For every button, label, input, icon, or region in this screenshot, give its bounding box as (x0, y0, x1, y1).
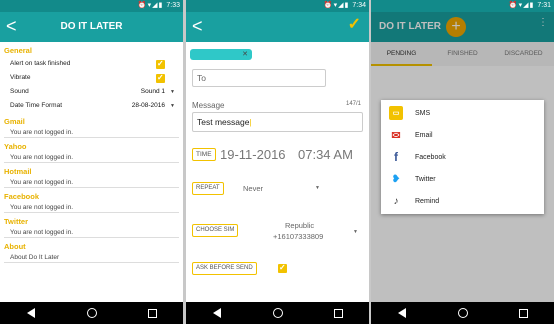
checkmark-icon[interactable]: ✓ (348, 14, 361, 34)
app-bar: < ✓ (186, 12, 369, 42)
back-arrow-icon[interactable]: < (192, 15, 203, 37)
menu-item-label: Remind (415, 197, 440, 205)
menu-item-label: Facebook (415, 153, 446, 161)
sim-name[interactable]: Republic (285, 221, 314, 230)
app-bar: < DO IT LATER (0, 12, 183, 42)
status-time: 7:33 (166, 2, 180, 9)
menu-item-remind[interactable]: ♪ Remind (381, 190, 544, 212)
nav-recent-icon[interactable] (517, 306, 531, 320)
ask-before-send-checkbox[interactable] (278, 262, 287, 274)
date-format-select[interactable]: 28-08-2016 (132, 99, 165, 113)
nav-back-icon[interactable] (210, 306, 224, 320)
nav-back-icon[interactable] (395, 306, 409, 320)
task-type-menu: ▭ SMS ✉ Email f Facebook ❥ Twitter ♪ Rem… (381, 100, 544, 214)
section-twitter: Twitter (4, 217, 29, 226)
dropdown-arrow-icon: ▼ (315, 185, 320, 191)
email-icon: ✉ (391, 129, 401, 142)
section-general: General (4, 46, 32, 55)
status-icons: ⏰▾◢▮ (137, 2, 164, 9)
status-icons: ⏰▾◢▮ (323, 2, 350, 9)
alert-on-finish-row[interactable]: Alert on task finished (4, 57, 179, 71)
vibrate-row[interactable]: Vibrate (4, 71, 179, 85)
app-title: DO IT LATER (60, 21, 123, 32)
menu-item-email[interactable]: ✉ Email (381, 124, 544, 146)
vibrate-checkbox[interactable] (156, 72, 165, 84)
sms-icon: ▭ (389, 106, 403, 120)
dropdown-arrow-icon: ▼ (170, 89, 175, 95)
facebook-login-row[interactable]: You are not logged in. (4, 203, 179, 213)
menu-item-label: Twitter (415, 175, 436, 183)
menu-item-label: Email (415, 131, 433, 139)
nav-recent-icon[interactable] (332, 306, 346, 320)
sim-number[interactable]: +16107333809 (273, 232, 323, 241)
dropdown-arrow-icon: ▼ (353, 229, 358, 235)
close-icon[interactable]: ✕ (242, 51, 248, 58)
twitter-login-row[interactable]: You are not logged in. (4, 228, 179, 238)
nav-home-icon[interactable] (85, 306, 99, 320)
message-char-count: 147/1 (346, 101, 362, 107)
to-field[interactable]: To (192, 69, 326, 87)
section-gmail: Gmail (4, 117, 25, 126)
nav-home-icon[interactable] (271, 306, 285, 320)
section-yahoo: Yahoo (4, 142, 27, 151)
ask-before-send-label: ASK BEFORE SEND (192, 262, 257, 275)
time-label: TIME (192, 148, 216, 161)
vibrate-label: Vibrate (10, 74, 31, 81)
twitter-icon: ❥ (391, 173, 401, 185)
sound-row[interactable]: Sound Sound 1 ▼ (4, 85, 179, 99)
nav-bar (186, 302, 369, 324)
section-facebook: Facebook (4, 192, 40, 201)
home-screen: ⏰▾◢▮ 7:31 DO IT LATER + ⋮ PENDING FINISHE… (371, 0, 554, 324)
facebook-icon: f (394, 150, 398, 164)
status-icons: ⏰▾◢▮ (508, 2, 535, 9)
status-time: 7:34 (352, 2, 366, 9)
dropdown-arrow-icon: ▼ (170, 103, 175, 109)
nav-bar (371, 302, 554, 324)
date-format-label: Date Time Format (10, 102, 63, 109)
menu-item-facebook[interactable]: f Facebook (381, 146, 544, 168)
menu-item-sms[interactable]: ▭ SMS (381, 102, 544, 124)
nav-bar (0, 302, 183, 324)
about-row[interactable]: About Do It Later (4, 253, 179, 263)
sound-label: Sound (10, 88, 29, 95)
section-about: About (4, 242, 26, 251)
time-value[interactable]: 07:34 AM (298, 147, 353, 162)
contact-chip[interactable]: ✕ (190, 49, 252, 60)
status-bar: ⏰▾◢▮ 7:34 (186, 0, 369, 12)
nav-recent-icon[interactable] (146, 306, 160, 320)
choose-sim-label: CHOOSE SIM (192, 224, 239, 237)
menu-item-label: SMS (415, 109, 431, 117)
compose-screen: ⏰▾◢▮ 7:34 < ✓ ✕ To Message 147/1 Test mes… (186, 0, 369, 324)
alert-on-finish-checkbox[interactable] (156, 58, 165, 70)
status-bar: ⏰▾◢▮ 7:33 (0, 0, 183, 12)
message-text: Test message (197, 117, 250, 127)
bell-icon: ♪ (393, 195, 399, 207)
settings-screen: ⏰▾◢▮ 7:33 < DO IT LATER General Alert on … (0, 0, 183, 324)
nav-home-icon[interactable] (456, 306, 470, 320)
repeat-select[interactable]: Never (243, 184, 263, 193)
message-label: Message (192, 101, 225, 110)
date-value[interactable]: 19-11-2016 (220, 147, 286, 162)
status-time: 7:31 (537, 2, 551, 9)
gmail-login-row[interactable]: You are not logged in. (4, 128, 179, 138)
section-hotmail: Hotmail (4, 167, 32, 176)
menu-item-twitter[interactable]: ❥ Twitter (381, 168, 544, 190)
hotmail-login-row[interactable]: You are not logged in. (4, 178, 179, 188)
alert-on-finish-label: Alert on task finished (10, 60, 71, 67)
status-bar: ⏰▾◢▮ 7:31 (371, 0, 554, 12)
settings-list: General Alert on task finished Vibrate S… (0, 42, 183, 302)
sound-select[interactable]: Sound 1 (141, 85, 165, 99)
message-field[interactable]: Test message| (192, 112, 363, 132)
yahoo-login-row[interactable]: You are not logged in. (4, 153, 179, 163)
nav-back-icon[interactable] (24, 306, 38, 320)
repeat-label: REPEAT (192, 182, 224, 195)
date-format-row[interactable]: Date Time Format 28-08-2016 ▼ (4, 99, 179, 113)
